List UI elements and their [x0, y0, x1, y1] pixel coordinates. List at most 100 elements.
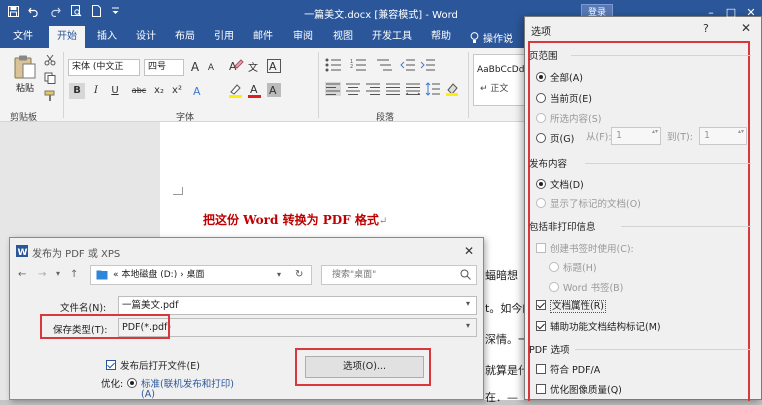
char-shading-icon[interactable]: A [266, 82, 282, 98]
range-all-radio[interactable]: 全部(A) [536, 70, 583, 84]
tab-file[interactable]: 文件 [6, 26, 40, 48]
cut-icon[interactable] [44, 54, 56, 66]
tab-review[interactable]: 审阅 [285, 26, 321, 48]
word-logo-icon: W [16, 245, 28, 257]
range-pages-radio[interactable]: 页(G) [536, 131, 574, 145]
increase-indent-icon[interactable] [420, 58, 436, 72]
decrease-indent-icon[interactable] [400, 58, 416, 72]
line-spacing-icon[interactable] [425, 82, 441, 96]
tab-view[interactable]: 视图 [325, 26, 361, 48]
tab-references[interactable]: 引用 [207, 26, 241, 48]
document-text: 蝠暗想 [485, 269, 518, 282]
breadcrumb: « 本地磁盘 (D:) › 桌面 [113, 270, 205, 280]
range-selection-radio[interactable]: 所选内容(S) [536, 111, 601, 125]
address-bar[interactable]: « 本地磁盘 (D:) › 桌面 ▾ ↻ [90, 265, 312, 285]
subscript-button[interactable]: x₂ [151, 83, 167, 99]
tab-home[interactable]: 开始 [49, 26, 85, 48]
folder-icon [96, 270, 108, 280]
tab-mailings[interactable]: 邮件 [246, 26, 280, 48]
align-left-icon[interactable] [325, 82, 341, 96]
underline-button[interactable]: U [107, 83, 123, 99]
forward-arrow-icon[interactable]: → [38, 269, 46, 280]
bookmarks-headings-label: 标题(H) [563, 263, 597, 274]
document-text: 深情。一 [485, 333, 529, 346]
back-arrow-icon[interactable]: ← [18, 269, 26, 280]
close-window-icon[interactable]: ✕ [742, 6, 760, 20]
align-right-icon[interactable] [365, 82, 381, 96]
paste-button[interactable]: 粘贴 [13, 54, 37, 94]
range-current-radio[interactable]: 当前页(E) [536, 91, 592, 105]
font-color-icon[interactable]: A [247, 82, 263, 98]
optimize-standard-suffix: (A) [141, 389, 155, 400]
options-dialog: 选项 ? ✕ 页范围 全部(A) 当前页(E) 所选内容(S) 页(G) 从(F… [524, 16, 762, 401]
optimize-standard-label: 标准(联机发布和打印) [141, 379, 234, 390]
style-normal[interactable]: AaBbCcDd ↵ 正文 [473, 54, 525, 106]
font-name-combo[interactable]: 宋体 (中文正 [68, 59, 140, 76]
document-properties-checkbox[interactable]: 文档属性(R) [536, 298, 607, 313]
to-spinner[interactable]: 1 [699, 127, 747, 145]
tab-developer[interactable]: 开发工具 [364, 26, 420, 48]
tell-me[interactable]: 操作说 [470, 30, 513, 45]
bookmarks-word-radio[interactable]: Word 书签(B) [549, 280, 623, 294]
minimize-icon[interactable]: – [702, 6, 720, 20]
from-spinner[interactable]: 1 [611, 127, 661, 145]
italic-button[interactable]: I [88, 83, 104, 99]
maximize-icon[interactable]: □ [722, 6, 740, 20]
highlight-icon[interactable] [228, 82, 244, 98]
shading-icon[interactable] [445, 82, 461, 96]
svg-text:A: A [250, 83, 258, 96]
window-controls: – □ ✕ [700, 6, 762, 20]
bold-button[interactable]: B [69, 83, 85, 99]
justify-icon[interactable] [385, 82, 401, 96]
copy-icon[interactable] [44, 72, 56, 84]
grow-font-button[interactable]: A [187, 59, 203, 75]
text-effects-icon[interactable]: A [191, 84, 205, 98]
superscript-button[interactable]: x² [169, 83, 185, 99]
create-bookmarks-checkbox[interactable]: 创建书签时使用(C): [536, 241, 634, 255]
optimize-standard-radio[interactable]: 标准(联机发布和打印) [127, 376, 234, 390]
clipboard-icon [13, 54, 37, 80]
char-border-icon[interactable]: A [266, 58, 282, 74]
lightbulb-icon [470, 31, 479, 44]
filename-dropdown-icon[interactable]: ▾ [466, 299, 470, 308]
tab-layout[interactable]: 布局 [168, 26, 202, 48]
document-heading[interactable]: 把这份 Word 转换为 PDF 格式 [203, 211, 387, 228]
align-center-icon[interactable] [345, 82, 361, 96]
shrink-font-button[interactable]: A [203, 60, 219, 76]
search-box[interactable]: 搜索"桌面" [321, 265, 477, 285]
publish-document-radio[interactable]: 文档(D) [536, 177, 584, 191]
create-bookmarks-label: 创建书签时使用(C): [550, 244, 634, 255]
image-quality-label: 优化图像质量(Q) [550, 385, 622, 396]
font-size-combo[interactable]: 四号 [144, 59, 184, 76]
image-quality-checkbox[interactable]: 优化图像质量(Q) [536, 382, 622, 396]
tab-help[interactable]: 帮助 [424, 26, 458, 48]
close-icon[interactable]: ✕ [464, 244, 474, 258]
pdfa-checkbox[interactable]: 符合 PDF/A [536, 362, 600, 376]
address-dropdown-icon[interactable]: ▾ [277, 266, 281, 284]
help-icon[interactable]: ? [703, 22, 709, 35]
multilevel-list-icon[interactable] [375, 58, 395, 72]
recent-locations-icon[interactable]: ▾ [56, 269, 60, 278]
savetype-dropdown-icon[interactable]: ▾ [466, 321, 470, 330]
up-arrow-icon[interactable]: ↑ [70, 269, 78, 280]
savetype-highlight [40, 314, 170, 339]
publish-document-label: 文档(D) [550, 180, 584, 191]
tab-insert[interactable]: 插入 [90, 26, 124, 48]
distribute-icon[interactable] [405, 82, 421, 96]
close-icon[interactable]: ✕ [741, 21, 751, 35]
open-after-publish-checkbox[interactable]: 发布后打开文件(E) [106, 358, 200, 372]
format-painter-icon[interactable] [44, 90, 56, 102]
filename-input[interactable]: 一篇美文.pdf [118, 296, 477, 315]
bullets-icon[interactable] [325, 58, 345, 72]
publish-markup-radio[interactable]: 显示了标记的文档(O) [536, 196, 641, 210]
refresh-icon[interactable]: ↻ [295, 266, 303, 284]
bookmarks-headings-radio[interactable]: 标题(H) [549, 260, 597, 274]
clear-format-icon[interactable]: A [228, 58, 244, 74]
bookmarks-word-label: Word 书签(B) [563, 283, 624, 294]
phonetic-guide-icon[interactable]: 文 [247, 58, 263, 74]
tab-design[interactable]: 设计 [129, 26, 163, 48]
numbering-icon[interactable]: 12 [350, 58, 370, 72]
strikethrough-button[interactable]: abc [129, 83, 149, 99]
structure-tags-checkbox[interactable]: 辅助功能文档结构标记(M) [536, 319, 661, 333]
savetype-select[interactable]: PDF(*.pdf) [118, 318, 477, 337]
